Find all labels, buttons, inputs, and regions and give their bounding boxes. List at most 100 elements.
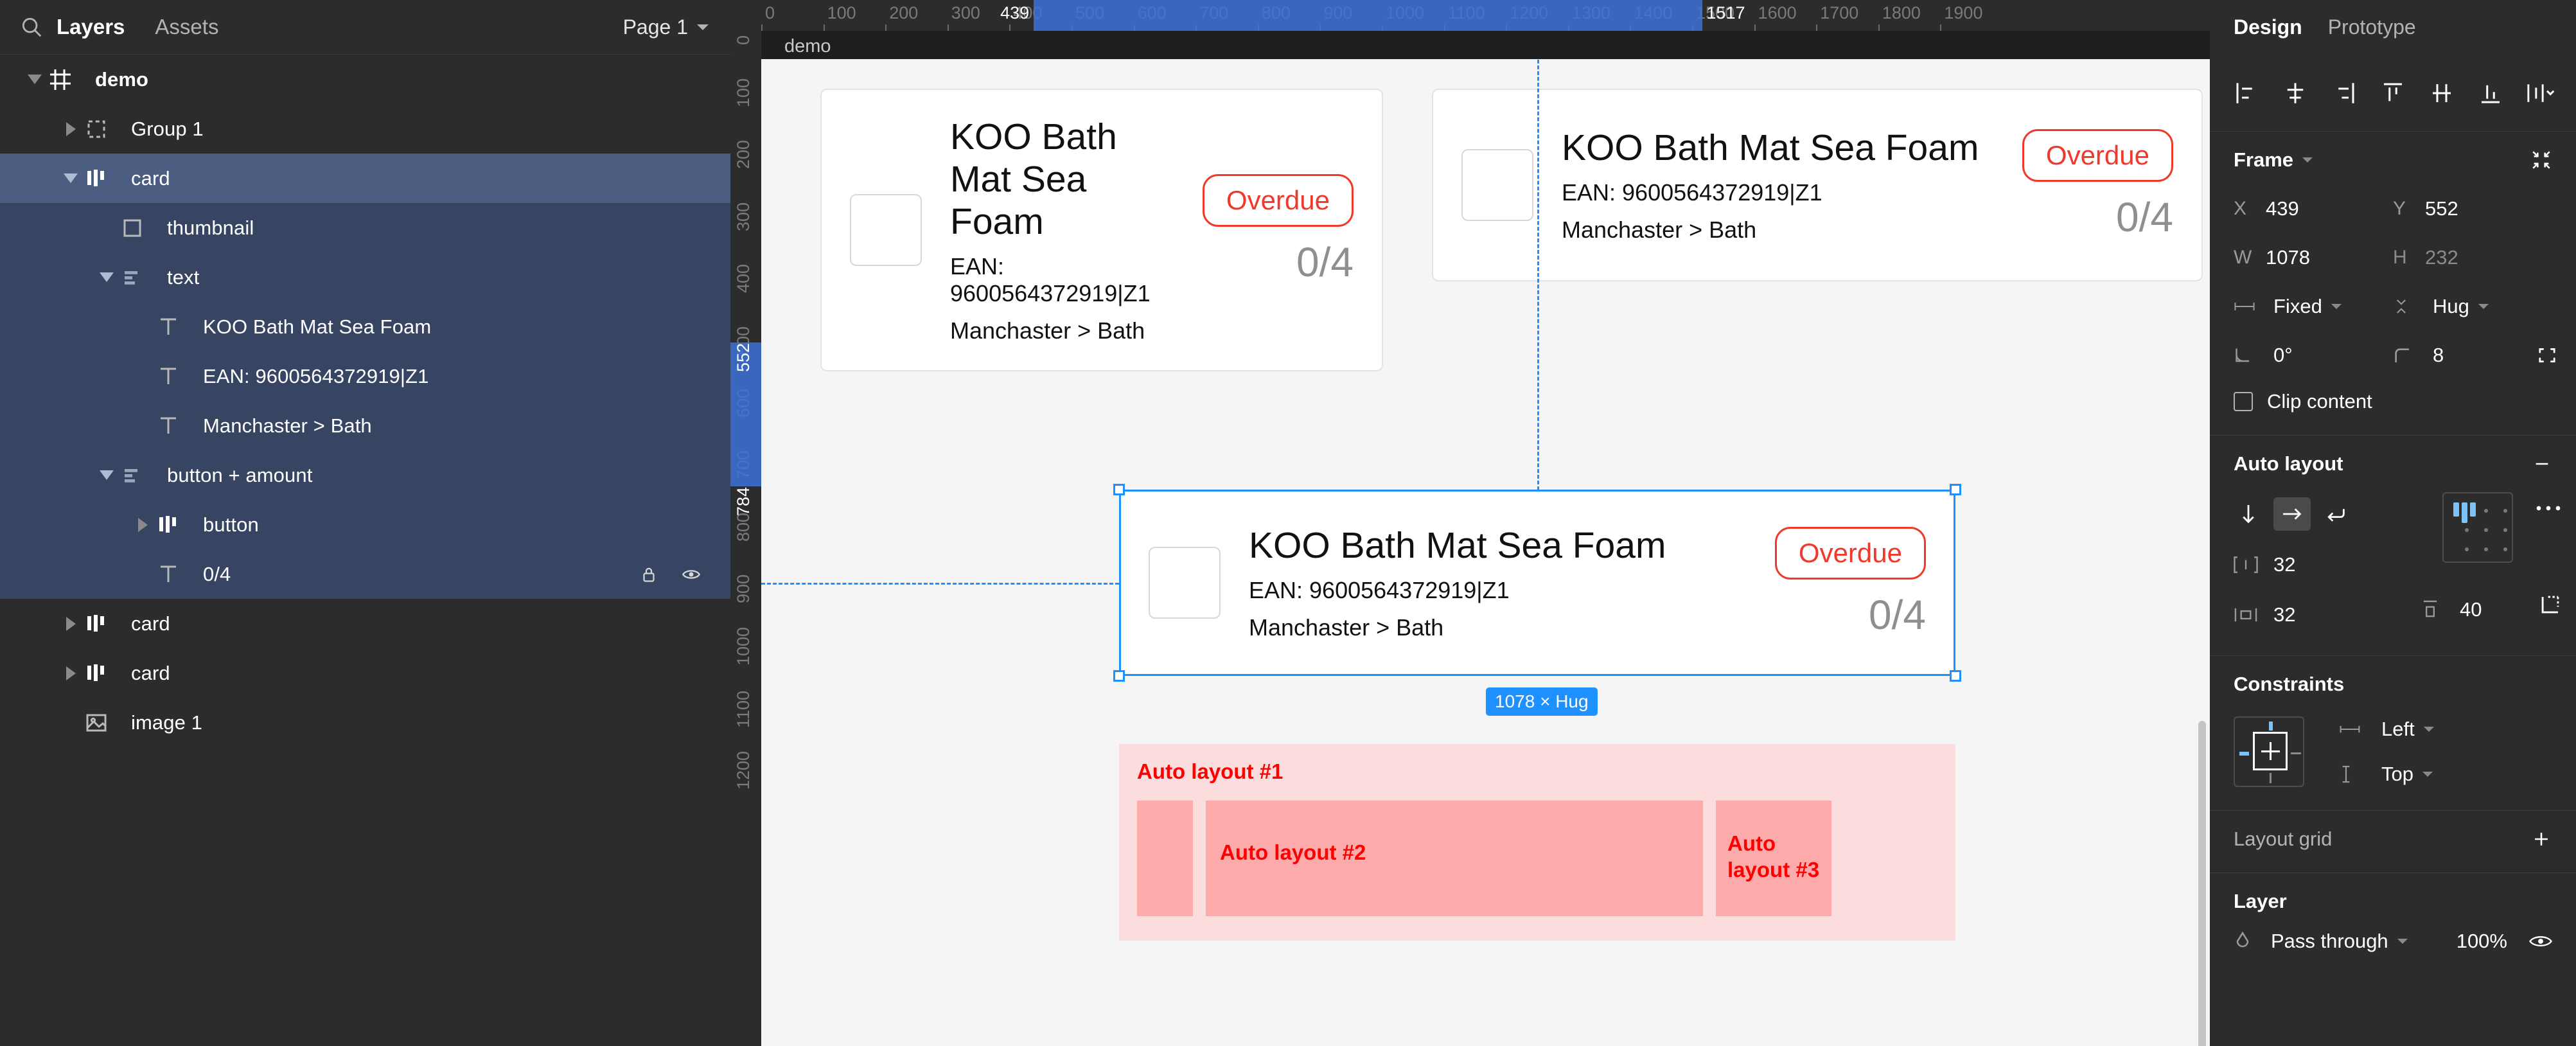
layer-name: card: [131, 661, 170, 684]
expand-arrow-icon[interactable]: [58, 660, 84, 686]
frame-x-field[interactable]: X 439: [2234, 197, 2393, 220]
distribute-icon[interactable]: [2522, 76, 2557, 111]
tab-layers[interactable]: Layers: [57, 15, 125, 39]
individual-padding-icon[interactable]: [2539, 594, 2561, 616]
clip-content-row[interactable]: Clip content: [2234, 380, 2552, 423]
tab-design[interactable]: Design: [2234, 15, 2302, 39]
status-badge[interactable]: Overdue: [2022, 129, 2173, 182]
tab-assets[interactable]: Assets: [155, 15, 218, 39]
ruler-tick-label: 1200: [734, 751, 753, 790]
horizontal-resize-icon: [2234, 300, 2259, 313]
constraint-tick-top[interactable]: [2269, 722, 2273, 731]
fit-content-icon[interactable]: [2530, 149, 2552, 171]
layer-row-card[interactable]: card: [0, 648, 730, 698]
layer-row-image-1[interactable]: image 1: [0, 698, 730, 747]
product-card[interactable]: KOO Bath Mat Sea Foam EAN: 9600564372919…: [820, 89, 1383, 371]
status-badge[interactable]: Overdue: [1202, 174, 1354, 227]
canvas-area[interactable]: 0100200300400500600700800900100011001200…: [730, 0, 2210, 1046]
corner-radius-field[interactable]: 8: [2393, 344, 2555, 367]
product-card[interactable]: KOO Bath Mat Sea Foam EAN: 9600564372919…: [1432, 89, 2203, 281]
frame-w-field[interactable]: W 1078: [2234, 246, 2393, 269]
collapse-arrow-icon[interactable]: [94, 463, 119, 488]
constraint-tick-left[interactable]: [2239, 752, 2249, 756]
independent-corners-icon[interactable]: [2537, 345, 2557, 366]
padding-horizontal-value[interactable]: 32: [2273, 603, 2295, 626]
width-mode-dropdown[interactable]: Fixed: [2234, 295, 2393, 318]
align-left-icon[interactable]: [2229, 76, 2264, 111]
collapse-arrow-icon[interactable]: [58, 166, 84, 191]
ruler-tick-label: 900: [734, 574, 753, 604]
eye-icon[interactable]: [680, 565, 702, 584]
corner-radius-value: 8: [2433, 344, 2444, 366]
align-top-icon[interactable]: [2376, 76, 2410, 111]
opacity-value[interactable]: 100%: [2457, 930, 2507, 953]
layer-row-demo[interactable]: demo: [0, 55, 730, 104]
frame-h-field[interactable]: H 232: [2393, 246, 2552, 269]
arrow-right-icon[interactable]: [2273, 497, 2311, 531]
align-right-icon[interactable]: [2327, 76, 2361, 111]
group-icon: [84, 115, 121, 143]
layer-row-button[interactable]: button: [0, 500, 730, 549]
plus-icon[interactable]: [2530, 828, 2552, 850]
layer-name: card: [131, 166, 170, 190]
layer-row-thumbnail[interactable]: thumbnail: [0, 203, 730, 253]
tab-prototype[interactable]: Prototype: [2328, 15, 2416, 39]
gap-value[interactable]: 32: [2273, 553, 2295, 576]
chevron-down-icon[interactable]: [2302, 157, 2313, 163]
layer-row-text[interactable]: text: [0, 253, 730, 302]
ruler-tick-mark: [823, 24, 825, 31]
layer-row-manchaster-bath[interactable]: Manchaster > Bath: [0, 401, 730, 450]
constraint-tick-right[interactable]: [2291, 752, 2301, 754]
page-selector[interactable]: Page 1: [623, 15, 709, 39]
auto-layout-alignment-grid[interactable]: [2442, 492, 2513, 563]
layer-row-card[interactable]: card: [0, 154, 730, 203]
status-badge[interactable]: Overdue: [1774, 527, 1926, 580]
canvas-viewport[interactable]: KOO Bath Mat Sea Foam EAN: 9600564372919…: [761, 59, 2210, 1046]
blend-mode-dropdown[interactable]: Pass through: [2271, 930, 2408, 953]
blend-mode-icon: [2234, 931, 2259, 952]
collapse-arrow-icon[interactable]: [22, 67, 48, 93]
vertical-constraint-dropdown[interactable]: Top: [2339, 763, 2434, 786]
eye-icon[interactable]: [2529, 933, 2552, 950]
align-horizontal-center-icon[interactable]: [2278, 76, 2313, 111]
horizontal-ruler[interactable]: 0100200300400500600700800900100011001200…: [730, 0, 2210, 31]
expand-arrow-icon[interactable]: [130, 512, 155, 538]
product-card-selected[interactable]: KOO Bath Mat Sea Foam EAN: 9600564372919…: [1119, 490, 1955, 676]
lock-icon[interactable]: [639, 565, 658, 584]
padding-vertical-value[interactable]: 40: [2460, 598, 2482, 621]
expand-arrow-icon[interactable]: [58, 611, 84, 637]
layer-row-button-amount[interactable]: button + amount: [0, 450, 730, 500]
align-vertical-center-icon[interactable]: [2424, 76, 2459, 111]
frame-title-text: Frame: [2234, 148, 2294, 171]
height-mode-dropdown[interactable]: Hug: [2393, 295, 2552, 318]
card-ean: EAN: 9600564372919|Z1: [1249, 577, 1510, 604]
frame-name-label[interactable]: demo: [784, 36, 831, 57]
layer-row-koo-bath-mat-sea-foam[interactable]: KOO Bath Mat Sea Foam: [0, 302, 730, 351]
horizontal-constraint-dropdown[interactable]: Left: [2339, 718, 2434, 741]
frame-y-field[interactable]: Y 552: [2393, 197, 2552, 220]
canvas-vertical-scrollbar[interactable]: [2198, 721, 2206, 1046]
align-bottom-icon[interactable]: [2473, 76, 2508, 111]
more-options-icon[interactable]: [2536, 504, 2561, 513]
layer-row-group-1[interactable]: Group 1: [0, 104, 730, 154]
chevron-down-icon: [2478, 304, 2489, 309]
minus-icon[interactable]: [2532, 454, 2552, 474]
arrow-down-icon[interactable]: [2234, 499, 2263, 529]
layer-row-card[interactable]: card: [0, 599, 730, 648]
width-mode-value: Fixed: [2273, 295, 2342, 318]
constraint-tick-bottom[interactable]: [2270, 773, 2272, 783]
search-icon[interactable]: [19, 15, 44, 39]
constraints-picker[interactable]: [2234, 716, 2304, 787]
wrap-icon[interactable]: [2321, 499, 2351, 529]
layer-row-0-4[interactable]: 0/4: [0, 549, 730, 599]
layer-name: Manchaster > Bath: [203, 414, 372, 437]
vertical-ruler[interactable]: 0100200300400500600700800900100011001200…: [730, 31, 761, 1046]
layer-row-ean-9600564372919-z1[interactable]: EAN: 9600564372919|Z1: [0, 351, 730, 401]
constraints-header: Constraints: [2234, 673, 2552, 696]
collapse-arrow-icon[interactable]: [94, 265, 119, 290]
expand-arrow-icon[interactable]: [58, 116, 84, 142]
clip-content-checkbox[interactable]: [2234, 392, 2253, 411]
vertical-constraint-text: Top: [2381, 763, 2413, 785]
rotation-field[interactable]: 0°: [2234, 344, 2393, 367]
